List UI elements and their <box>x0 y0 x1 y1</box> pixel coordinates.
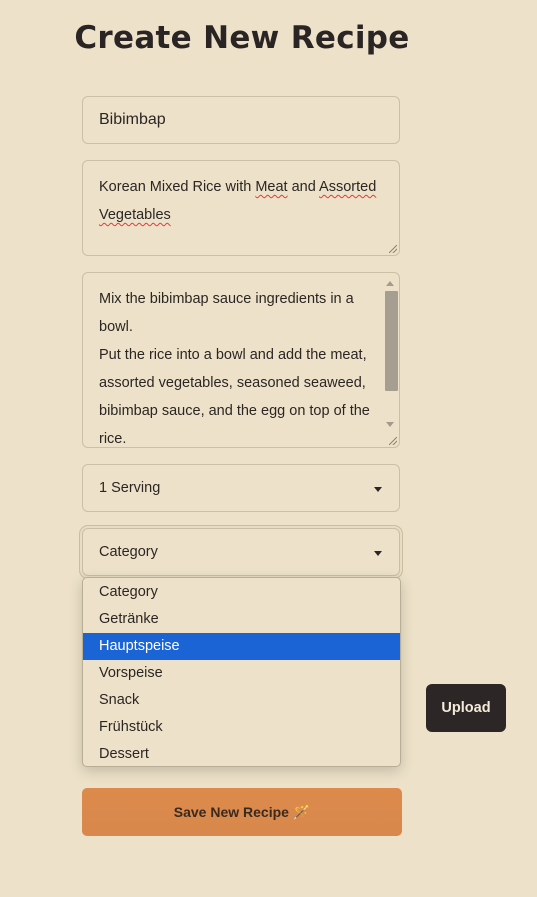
save-recipe-button[interactable]: Save New Recipe 🪄 <box>82 788 402 836</box>
description-text-4: Assorted <box>319 179 377 195</box>
instructions-line: bibimbap sauce, and the egg on top of th… <box>99 403 370 419</box>
chevron-down-icon <box>374 487 382 492</box>
instructions-line: Put the rice into a bowl and add the mea… <box>99 347 367 363</box>
recipe-name-value: Bibimbap <box>99 111 166 128</box>
recipe-name-input[interactable]: Bibimbap <box>82 96 400 144</box>
instructions-line: Mix the bibimbap sauce ingredients in a <box>99 291 354 307</box>
category-option[interactable]: Vorspeise <box>83 660 400 687</box>
scroll-up-arrow-icon[interactable] <box>386 281 394 286</box>
scroll-down-arrow-icon[interactable] <box>386 422 394 427</box>
instructions-line: bowl. <box>99 319 133 335</box>
category-value: Category <box>99 544 158 560</box>
category-option[interactable]: Frühstück <box>83 714 400 741</box>
resize-handle-icon[interactable] <box>389 245 397 253</box>
upload-button[interactable]: Upload <box>426 684 506 732</box>
instructions-line: assorted vegetables, seasoned seaweed, <box>99 375 366 391</box>
category-option-highlighted[interactable]: Hauptspeise <box>83 633 400 660</box>
category-option[interactable]: Category <box>83 579 400 606</box>
instructions-textarea[interactable]: Mix the bibimbap sauce ingredients in a … <box>82 272 400 448</box>
description-text-3: and <box>287 179 320 195</box>
resize-handle-icon[interactable] <box>389 437 397 445</box>
description-text-1: Korean Mixed Rice with <box>99 179 256 195</box>
scroll-thumb[interactable] <box>385 291 398 391</box>
servings-value: 1 Serving <box>99 480 161 496</box>
category-dropdown-list: Category Getränke Hauptspeise Vorspeise … <box>82 577 401 767</box>
category-option[interactable]: Snack <box>83 687 400 714</box>
category-option[interactable]: Getränke <box>83 606 400 633</box>
instructions-line: rice. <box>99 431 127 447</box>
page-title: Create New Recipe <box>74 20 410 56</box>
description-text-2: Meat <box>255 179 288 195</box>
description-text-5: Vegetables <box>99 207 171 223</box>
category-option[interactable]: Dessert <box>83 741 400 766</box>
description-textarea[interactable]: Korean Mixed Rice with Meat and Assorted… <box>82 160 400 256</box>
category-select[interactable]: Category <box>82 528 400 576</box>
chevron-down-icon <box>374 551 382 556</box>
servings-select[interactable]: 1 Serving <box>82 464 400 512</box>
instructions-scrollbar[interactable] <box>382 274 398 435</box>
